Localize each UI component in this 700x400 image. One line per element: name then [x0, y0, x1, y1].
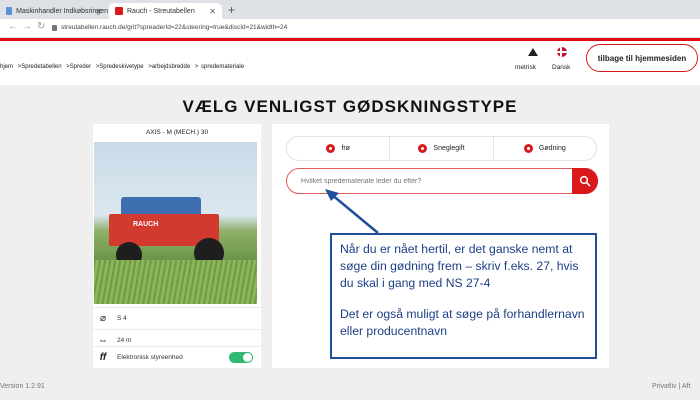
back-icon[interactable]: ←: [8, 21, 18, 32]
url-text: streutabellen.rauch.de/grit?spreaderId=2…: [61, 24, 288, 31]
material-type-tabs: frø Sneglegift Gødning: [286, 136, 597, 161]
seed-icon: [326, 144, 336, 153]
machine-name: AXIS - M (MECH.) 30: [145, 129, 209, 136]
url-field[interactable]: streutabellen.rauch.de/grit?spreaderId=2…: [52, 24, 287, 31]
breadcrumb-item[interactable]: hjem: [0, 64, 13, 70]
forward-icon[interactable]: →: [22, 21, 32, 32]
search-button[interactable]: [572, 168, 598, 194]
tab-label: Rauch - Streutabellen: [127, 7, 195, 15]
machine-card: AXIS - M (MECH.) 30 ⌀ S 4 ⇔ 24 m ff Elek…: [93, 124, 261, 368]
spec-value: S 4: [117, 315, 127, 322]
control-icon: ff: [99, 351, 107, 363]
tab-slug-pellets[interactable]: Sneglegift: [390, 137, 494, 160]
address-bar: ← → ↻ streutabellen.rauch.de/grit?spread…: [0, 19, 700, 38]
version-label: Version 1.2.91: [0, 383, 45, 390]
annotation-callout: Når du er nået hertil, er det ganske nem…: [330, 233, 597, 359]
spec-row-disc: ⌀ S 4: [93, 307, 261, 329]
tab-label: Sneglegift: [433, 145, 465, 152]
breadcrumb-item: spredemateriale: [201, 64, 245, 70]
breadcrumb-item[interactable]: >Spredetabellen: [18, 64, 62, 70]
lock-icon: [52, 24, 57, 31]
fertilizer-icon: [523, 144, 533, 153]
browser-tab-bar: Maskinhandler Indkøbsringen ✕ Rauch - St…: [0, 0, 700, 19]
back-to-homepage-button[interactable]: tilbage til hjemmesiden: [586, 44, 698, 72]
close-tab-icon[interactable]: ✕: [95, 7, 102, 16]
material-search: [286, 168, 598, 194]
tab-seeds[interactable]: frø: [287, 137, 391, 160]
tab-fertilizer[interactable]: Gødning: [494, 137, 596, 160]
footer-links[interactable]: Privatliv | Aft: [652, 383, 690, 390]
spec-row-control: ff Elektronisk styreenhed: [93, 346, 261, 368]
breadcrumb-item[interactable]: >Spredeskivetype: [96, 64, 144, 70]
width-icon: ⇔: [98, 334, 108, 346]
slug-icon: [418, 144, 428, 153]
metric-icon[interactable]: [528, 48, 538, 56]
annotation-text: Det er også muligt at søge på forhandler…: [340, 307, 585, 338]
danish-flag-icon[interactable]: [557, 47, 567, 57]
browser-tab-rauch[interactable]: Rauch - Streutabellen ✕: [109, 3, 222, 19]
spec-value: Elektronisk styreenhed: [117, 354, 183, 361]
grass-shape: [94, 260, 257, 304]
breadcrumb-item[interactable]: >arbejdsbredde: [148, 64, 190, 70]
spec-value: 24 m: [117, 337, 132, 344]
electronic-control-toggle[interactable]: [229, 352, 253, 363]
disc-icon: ⌀: [99, 312, 107, 324]
close-tab-icon[interactable]: ✕: [209, 7, 216, 16]
tab-label: Maskinhandler Indkøbsringen: [16, 7, 108, 15]
language-label[interactable]: Dansk: [552, 64, 570, 71]
tab-label: frø: [341, 145, 350, 152]
browser-tab-maskinhandler[interactable]: Maskinhandler Indkøbsringen ✕: [0, 3, 108, 19]
metric-label[interactable]: metrisk: [515, 64, 536, 71]
search-input[interactable]: [301, 175, 561, 188]
annotation-text: Når du er nået hertil, er det ganske nem…: [340, 242, 579, 290]
search-icon: [579, 175, 591, 187]
favicon-icon: [115, 7, 123, 15]
tab-label: Gødning: [538, 145, 566, 152]
breadcrumb: hjem >Spredetabellen >Spreder >Spredeski…: [0, 64, 247, 70]
breadcrumb-item: >: [194, 64, 199, 70]
spreader-photo: [94, 142, 257, 304]
reload-icon[interactable]: ↻: [37, 21, 45, 32]
breadcrumb-item[interactable]: >Spreder: [66, 64, 91, 70]
favicon-icon: [6, 7, 13, 15]
new-tab-icon[interactable]: +: [228, 3, 235, 17]
page-title: VÆLG VENLIGST GØDSKNINGSTYPE: [182, 97, 518, 116]
